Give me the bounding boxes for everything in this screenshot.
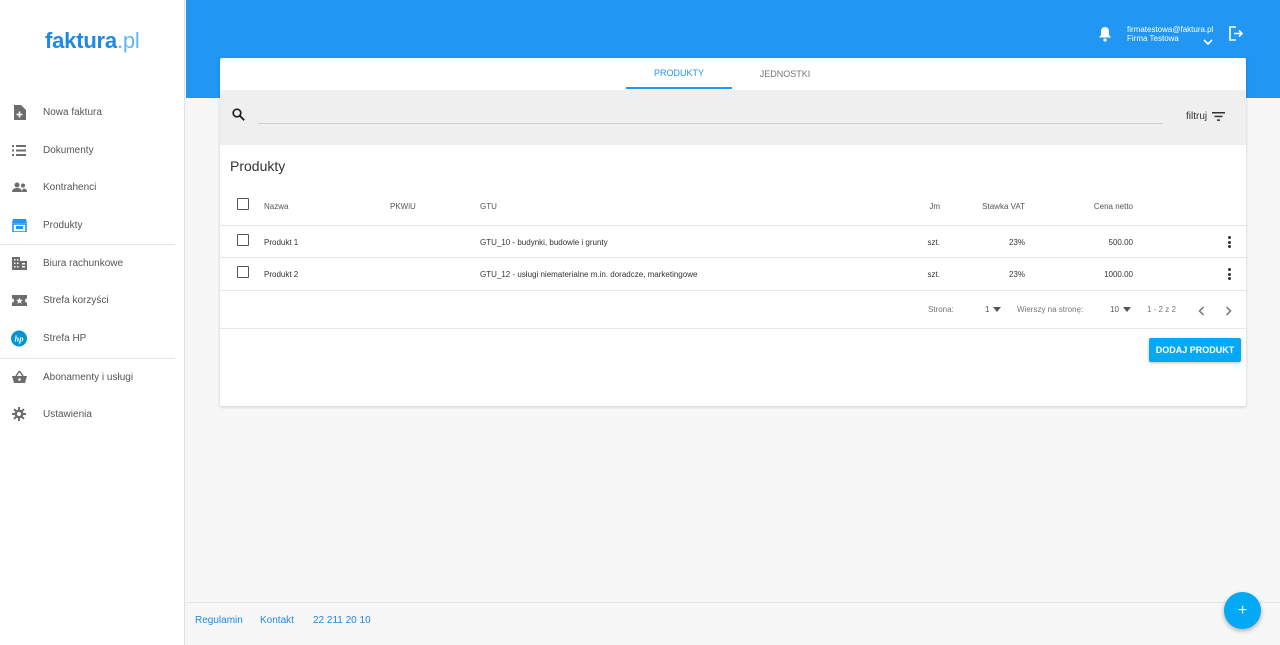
sidebar-item-label: Produkty	[43, 219, 83, 231]
page-label: Strona:	[928, 305, 954, 314]
chevron-right-icon[interactable]	[1222, 304, 1234, 316]
list-icon	[11, 142, 27, 158]
store-icon	[11, 217, 27, 233]
people-icon	[11, 179, 27, 195]
row-checkbox[interactable]	[237, 234, 249, 246]
footer-link-kontakt[interactable]: Kontakt	[260, 615, 294, 626]
svg-text:hp: hp	[15, 333, 24, 343]
sidebar-item-nowa-faktura[interactable]: Nowa faktura	[0, 94, 185, 130]
sidebar-item-produkty[interactable]: Produkty	[0, 207, 185, 243]
logo-ext: .pl	[116, 28, 140, 53]
cell-name: Produkt 1	[264, 238, 299, 247]
tab-jednostki[interactable]: JEDNOSTKI	[732, 58, 838, 89]
chevron-left-icon[interactable]	[1196, 304, 1208, 316]
sidebar-item-label: Nowa faktura	[43, 106, 102, 118]
select-all-checkbox[interactable]	[237, 198, 249, 210]
sidebar-item-strefa-korzysci[interactable]: Strefa korzyści	[0, 282, 185, 318]
search-bar: filtruj	[220, 90, 1246, 145]
bell-icon[interactable]	[1098, 26, 1114, 42]
sidebar-item-label: Kontrahenci	[43, 181, 97, 193]
sidebar-item-label: Dokumenty	[43, 144, 94, 156]
cell-vat: 23%	[1008, 270, 1025, 279]
cell-name: Produkt 2	[264, 270, 299, 279]
cell-jm: szt.	[927, 270, 940, 279]
row-checkbox[interactable]	[237, 266, 249, 278]
logo[interactable]: faktura.pl	[45, 28, 140, 54]
row-divider	[220, 328, 1246, 329]
cell-gtu: GTU_12 - usługi niematerialne m.in. dora…	[480, 270, 698, 279]
sidebar-item-label: Ustawienia	[43, 408, 92, 420]
row-divider	[220, 257, 1246, 258]
pagination-range: 1 - 2 z 2	[1147, 305, 1176, 314]
ticket-icon	[11, 292, 27, 308]
sidebar-item-label: Biura rachunkowe	[43, 257, 124, 269]
dropdown-arrow-icon	[993, 307, 1002, 312]
page-select[interactable]: 1	[985, 305, 1002, 314]
column-header-net[interactable]: Cena netto	[1053, 202, 1133, 211]
sidebar-item-strefa-hp[interactable]: hp Strefa HP	[0, 320, 185, 356]
fab-add-button[interactable]: +	[1224, 592, 1261, 629]
column-header-jm[interactable]: Jm	[900, 202, 940, 211]
column-header-vat[interactable]: Stawka VAT	[955, 202, 1025, 211]
logo-name: faktura	[45, 28, 117, 53]
cell-vat: 23%	[1008, 238, 1025, 247]
filter-button[interactable]: filtruj	[1186, 111, 1226, 122]
document-add-icon	[11, 104, 27, 120]
sidebar-item-ustawienia[interactable]: Ustawienia	[0, 396, 185, 432]
cell-jm: szt.	[927, 238, 940, 247]
column-header-gtu[interactable]: GTU	[480, 202, 497, 211]
sidebar-item-label: Strefa korzyści	[43, 294, 109, 306]
section-title: Produkty	[230, 158, 286, 174]
logout-icon[interactable]	[1228, 26, 1244, 42]
building-icon	[11, 255, 27, 271]
sidebar-item-abonamenty[interactable]: Abonamenty i usługi	[0, 359, 185, 395]
row-divider	[220, 225, 1246, 226]
filter-label: filtruj	[1186, 111, 1208, 122]
sidebar-item-kontrahenci[interactable]: Kontrahenci	[0, 169, 185, 205]
hp-logo-icon: hp	[11, 330, 27, 346]
more-vert-icon[interactable]	[1224, 235, 1234, 249]
cell-net: 500.00	[1108, 238, 1133, 247]
company-name: Firma Testowa	[1127, 34, 1179, 43]
add-product-button[interactable]: DODAJ PRODUKT	[1149, 338, 1241, 362]
column-header-pkwiu[interactable]: PKWiU	[390, 202, 416, 211]
filter-icon	[1212, 112, 1226, 121]
more-vert-icon[interactable]	[1224, 267, 1234, 281]
gear-icon	[11, 406, 27, 422]
search-input[interactable]	[258, 106, 1163, 124]
column-header-name[interactable]: Nazwa	[264, 202, 288, 211]
sidebar: faktura.pl Nowa faktura Dokumenty Kontra…	[0, 0, 185, 645]
rows-per-page-select[interactable]: 10	[1110, 305, 1131, 314]
user-email: firmatestowa@faktura.pl	[1127, 25, 1214, 34]
basket-icon	[11, 369, 27, 385]
dropdown-arrow-icon	[1122, 307, 1131, 312]
footer: Regulamin Kontakt 22 211 20 10	[186, 602, 1280, 645]
rows-per-page-value: 10	[1110, 305, 1119, 314]
footer-link-phone[interactable]: 22 211 20 10	[313, 615, 371, 626]
sidebar-item-label: Abonamenty i usługi	[43, 371, 134, 383]
user-menu[interactable]: firmatestowa@faktura.pl Firma Testowa	[1127, 25, 1213, 43]
rows-per-page-label: Wierszy na stronę:	[1017, 305, 1084, 314]
row-divider	[220, 290, 1246, 291]
sidebar-item-label: Strefa HP	[43, 332, 87, 344]
tab-produkty[interactable]: PRODUKTY	[626, 58, 732, 89]
search-icon	[232, 108, 246, 122]
footer-link-regulamin[interactable]: Regulamin	[195, 615, 243, 626]
chevron-down-icon[interactable]	[1203, 32, 1213, 46]
sidebar-item-dokumenty[interactable]: Dokumenty	[0, 132, 185, 168]
cell-net: 1000.00	[1104, 270, 1133, 279]
sidebar-item-biura-rachunkowe[interactable]: Biura rachunkowe	[0, 245, 185, 281]
cell-gtu: GTU_10 - budynki, budowle i grunty	[480, 238, 608, 247]
products-card: PRODUKTY JEDNOSTKI filtruj Produkty Nazw…	[220, 58, 1246, 406]
page-value: 1	[985, 305, 990, 314]
